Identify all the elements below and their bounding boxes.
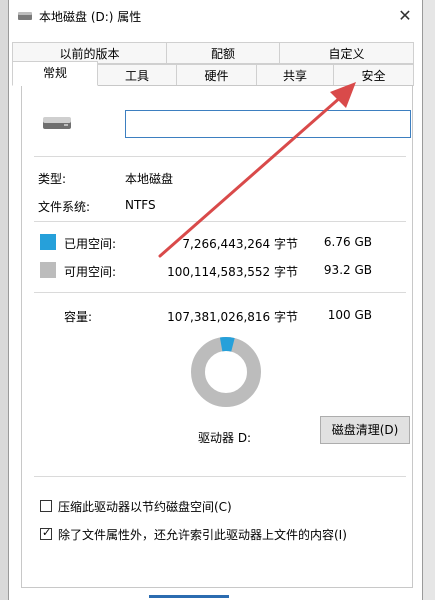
used-space-size: 6.76 GB — [323, 235, 372, 249]
taskbar-indicator — [149, 595, 229, 598]
drive-icon — [18, 12, 32, 20]
tab-label: 以前的版本 — [59, 47, 120, 61]
tab-sharing[interactable]: 共享 — [256, 64, 334, 86]
tab-label: 自定义 — [328, 47, 365, 61]
divider — [34, 476, 406, 477]
index-label: 除了文件属性外，还允许索引此驱动器上文件的内容(I) — [58, 528, 347, 542]
used-space-swatch — [40, 234, 56, 250]
close-button[interactable]: ✕ — [388, 0, 422, 32]
tab-hardware[interactable]: 硬件 — [176, 64, 257, 86]
used-space-label: 已用空间: — [64, 237, 117, 251]
drive-large-icon — [43, 117, 71, 129]
usage-donut-chart — [191, 337, 261, 407]
disk-cleanup-button[interactable]: 磁盘清理(D) — [320, 416, 410, 444]
properties-window: 本地磁盘 (D:) 属性 ✕ 以前的版本 配额 自定义 常规 工具 硬件 共享 … — [8, 0, 423, 600]
filesystem-label: 文件系统: — [38, 200, 91, 214]
background-right — [423, 0, 435, 600]
general-panel: 类型: 本地磁盘 文件系统: NTFS 已用空间: 7,266,443,264 … — [21, 85, 413, 588]
used-space-bytes: 7,266,443,264 字节 — [182, 237, 298, 251]
free-space-bytes: 100,114,583,552 字节 — [167, 265, 298, 279]
compress-checkbox[interactable] — [40, 500, 52, 512]
type-value: 本地磁盘 — [125, 172, 174, 186]
tab-label: 常规 — [42, 66, 67, 80]
tab-security[interactable]: 安全 — [333, 64, 414, 86]
tab-label: 配额 — [210, 47, 235, 61]
tab-label: 工具 — [124, 69, 149, 83]
divider — [34, 221, 406, 222]
close-icon: ✕ — [398, 6, 412, 25]
donut-free-segment — [191, 337, 261, 407]
check-mark-icon: ✓ — [42, 526, 52, 539]
tab-general[interactable]: 常规 — [12, 61, 98, 86]
divider — [34, 292, 406, 293]
type-label: 类型: — [38, 172, 67, 186]
divider — [34, 156, 406, 157]
background-left — [0, 0, 8, 600]
free-space-swatch — [40, 262, 56, 278]
tab-strip: 以前的版本 配额 自定义 常规 工具 硬件 共享 安全 — [9, 38, 422, 88]
index-checkbox[interactable]: ✓ — [40, 526, 52, 540]
tab-label: 共享 — [282, 69, 307, 83]
filesystem-value: NTFS — [125, 198, 156, 212]
free-space-label: 可用空间: — [64, 265, 117, 279]
free-space-size: 93.2 GB — [323, 263, 372, 277]
tab-label: 硬件 — [204, 69, 229, 83]
title-bar: 本地磁盘 (D:) 属性 ✕ — [9, 0, 422, 34]
drive-name-input[interactable] — [125, 110, 411, 138]
window-title: 本地磁盘 (D:) 属性 — [39, 10, 142, 24]
capacity-label: 容量: — [64, 310, 93, 324]
tab-label: 安全 — [361, 69, 386, 83]
capacity-bytes: 107,381,026,816 字节 — [167, 310, 298, 324]
tab-customize[interactable]: 自定义 — [279, 42, 414, 64]
compress-label: 压缩此驱动器以节约磁盘空间(C) — [58, 500, 232, 514]
tab-quota[interactable]: 配额 — [166, 42, 280, 64]
drive-letter-label: 驱动器 D: — [198, 431, 252, 445]
tab-tools[interactable]: 工具 — [97, 64, 177, 86]
capacity-size: 100 GB — [327, 308, 372, 322]
